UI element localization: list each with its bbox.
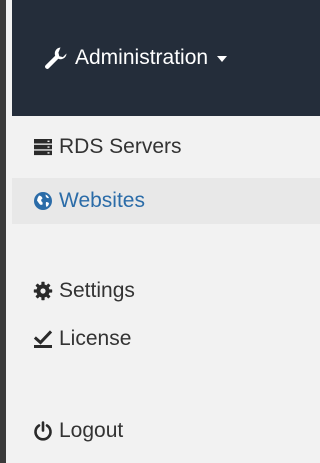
menu-item-label: License [59, 327, 132, 350]
power-icon [34, 421, 52, 441]
menu-item-rds-servers[interactable]: RDS Servers [12, 124, 320, 170]
administration-dropdown-toggle[interactable]: Administration [41, 0, 228, 116]
menu-item-label: Websites [59, 189, 145, 212]
admin-dropdown-frame: Administration RDS Servers Websites Sett… [0, 0, 320, 463]
administration-label: Administration [75, 46, 209, 69]
gear-icon [33, 281, 53, 301]
license-check-icon [33, 330, 53, 348]
server-icon [34, 139, 52, 156]
dropdown-menu: RDS Servers Websites Settings License Lo… [12, 116, 320, 463]
menu-item-license[interactable]: License [12, 316, 320, 362]
menu-item-settings[interactable]: Settings [12, 268, 320, 314]
wrench-icon [45, 47, 67, 69]
navbar: Administration [12, 0, 320, 116]
menu-item-label: Logout [59, 419, 124, 442]
chevron-down-icon [217, 56, 228, 62]
menu-item-label: RDS Servers [59, 135, 182, 158]
menu-item-logout[interactable]: Logout [12, 408, 320, 454]
menu-item-websites[interactable]: Websites [12, 178, 320, 224]
menu-item-label: Settings [59, 279, 135, 302]
globe-icon [34, 192, 52, 210]
